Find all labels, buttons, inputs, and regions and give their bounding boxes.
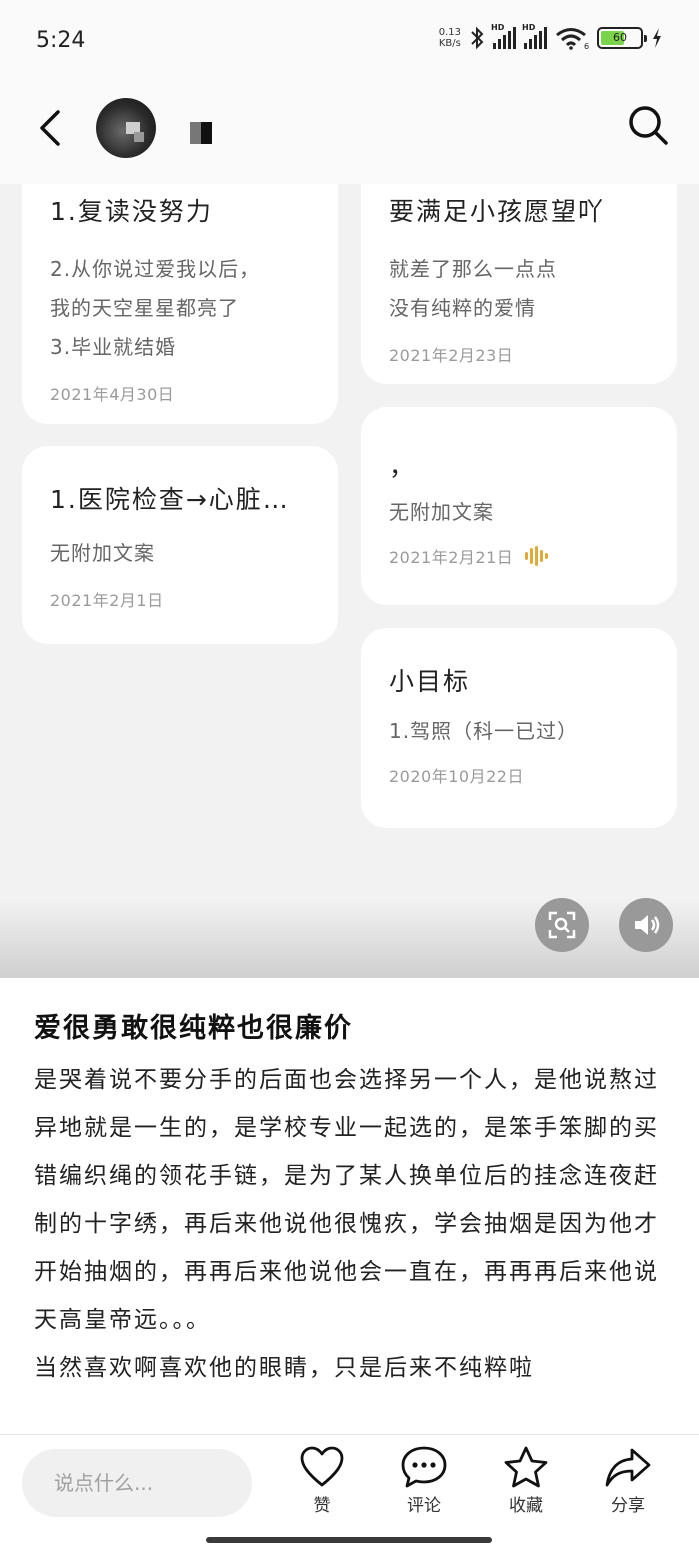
note-body: 无附加文案 bbox=[389, 500, 494, 524]
wifi-icon: 6 bbox=[556, 28, 589, 50]
post-panel: 爱很勇敢很纯粹也很廉价 是哭着说不要分手的后面也会选择另一个人，是他说熬过异地就… bbox=[0, 978, 699, 1436]
note-card[interactable]: 要满足小孩愿望吖 就差了那么一点点 没有纯粹的爱情 2021年2月23日 bbox=[361, 184, 677, 384]
like-button[interactable]: 赞 bbox=[287, 1445, 357, 1516]
comment-button[interactable]: 评论 bbox=[389, 1445, 459, 1516]
home-indicator[interactable] bbox=[206, 1537, 492, 1543]
note-date: 2021年2月1日 bbox=[50, 591, 164, 610]
cellular-signal-1-icon: HD bbox=[491, 23, 516, 49]
heart-icon bbox=[300, 1446, 344, 1487]
status-bar: 5:24 0.13 KB/s HD HD 6 60 bbox=[0, 0, 699, 84]
scan-button[interactable] bbox=[535, 898, 589, 952]
profile-header bbox=[0, 84, 699, 184]
favorite-button[interactable]: 收藏 bbox=[491, 1445, 561, 1516]
note-title: 要满足小孩愿望吖 bbox=[389, 197, 606, 226]
avatar[interactable] bbox=[96, 98, 156, 158]
note-date: 2021年2月21日 bbox=[389, 544, 649, 568]
note-title: 1.医院检查→心脏… bbox=[50, 485, 290, 514]
network-speed: 0.13 KB/s bbox=[438, 27, 461, 49]
status-time: 5:24 bbox=[36, 28, 86, 53]
note-body: 1.驾照（科一已过） bbox=[389, 719, 579, 743]
back-button[interactable] bbox=[32, 104, 72, 152]
comment-input[interactable] bbox=[22, 1449, 252, 1517]
share-arrow-icon bbox=[605, 1448, 651, 1487]
charging-icon bbox=[653, 28, 661, 48]
voice-icon bbox=[525, 546, 549, 566]
star-icon bbox=[504, 1446, 548, 1488]
sound-button[interactable] bbox=[619, 898, 673, 952]
note-card[interactable]: 1.复读没努力 2.从你说过爱我以后， 我的天空星星都亮了 3.毕业就结婚 20… bbox=[22, 184, 338, 424]
username-redacted bbox=[190, 122, 212, 144]
note-date: 2020年10月22日 bbox=[389, 767, 524, 786]
battery-icon: 60 bbox=[597, 27, 647, 49]
screenshot-scan-icon bbox=[548, 911, 576, 939]
note-body: 就差了那么一点点 没有纯粹的爱情 bbox=[389, 257, 557, 320]
cellular-signal-2-icon: HD bbox=[522, 23, 547, 49]
speaker-icon bbox=[635, 915, 660, 935]
note-card[interactable]: 小目标 1.驾照（科一已过） 2020年10月22日 bbox=[361, 628, 677, 828]
note-date: 2021年2月23日 bbox=[389, 346, 514, 365]
note-card[interactable]: 1.医院检查→心脏… 无附加文案 2021年2月1日 bbox=[22, 446, 338, 644]
note-title: ， bbox=[389, 452, 417, 481]
note-title: 1.复读没努力 bbox=[50, 197, 213, 226]
note-body: 2.从你说过爱我以后， 我的天空星星都亮了 3.毕业就结婚 bbox=[50, 257, 261, 359]
note-body: 无附加文案 bbox=[50, 541, 155, 565]
note-date: 2021年4月30日 bbox=[50, 385, 175, 404]
bluetooth-icon bbox=[471, 26, 484, 50]
post-title: 爱很勇敢很纯粹也很廉价 bbox=[34, 1013, 353, 1044]
post-body: 是哭着说不要分手的后面也会选择另一个人，是他说熬过异地就是一生的，是学校专业一起… bbox=[34, 1067, 659, 1381]
svg-text:6: 6 bbox=[584, 42, 589, 50]
note-title: 小目标 bbox=[389, 667, 471, 696]
share-button[interactable]: 分享 bbox=[593, 1445, 663, 1516]
bottom-fade bbox=[0, 900, 699, 978]
status-icons: 0.13 KB/s HD HD 6 60 bbox=[438, 23, 663, 50]
notes-grid: 1.复读没努力 2.从你说过爱我以后， 我的天空星星都亮了 3.毕业就结婚 20… bbox=[0, 184, 699, 978]
search-button[interactable] bbox=[625, 102, 671, 148]
note-card[interactable]: ， 无附加文案 2021年2月21日 bbox=[361, 407, 677, 605]
comment-bubble-icon bbox=[401, 1446, 447, 1488]
